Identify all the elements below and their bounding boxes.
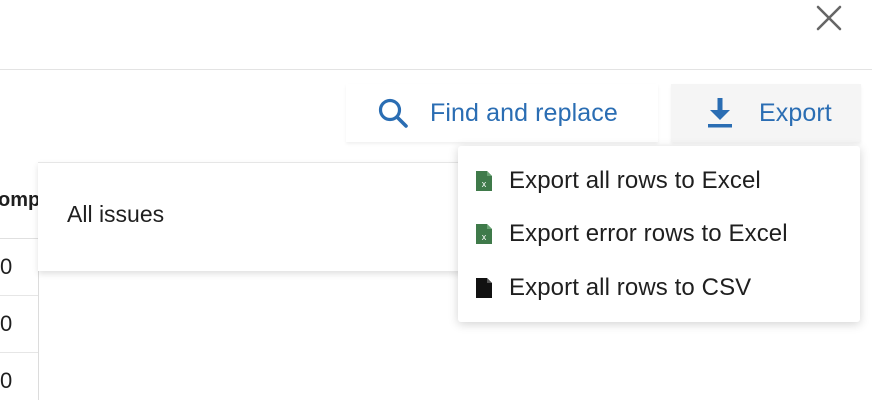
svg-text:x: x — [482, 179, 487, 189]
menu-item-label: Export all rows to Excel — [509, 167, 761, 194]
menu-item-export-all-excel[interactable]: x Export all rows to Excel — [458, 155, 860, 207]
data-table-column: omp 0 0 0 — [0, 163, 39, 400]
file-icon — [473, 277, 495, 299]
menu-item-label: Export error rows to Excel — [509, 220, 788, 247]
close-icon — [816, 5, 842, 31]
issues-panel: All issues — [38, 162, 478, 271]
table-cell[interactable]: 0 — [0, 296, 38, 353]
search-icon — [376, 96, 410, 130]
menu-item-export-all-csv[interactable]: Export all rows to CSV — [458, 262, 860, 314]
table-cell[interactable]: 0 — [0, 353, 38, 400]
export-button[interactable]: Export — [671, 84, 861, 142]
all-issues-label[interactable]: All issues — [67, 201, 164, 228]
find-and-replace-button[interactable]: Find and replace — [346, 84, 658, 142]
svg-text:x: x — [482, 232, 487, 242]
export-menu: x Export all rows to Excel x Export erro… — [458, 146, 860, 322]
export-label: Export — [759, 98, 832, 127]
menu-item-export-error-excel[interactable]: x Export error rows to Excel — [458, 208, 860, 260]
find-and-replace-label: Find and replace — [430, 98, 618, 127]
column-header[interactable]: omp — [0, 163, 38, 239]
close-button[interactable] — [810, 0, 848, 36]
excel-file-icon: x — [473, 170, 495, 192]
table-cell[interactable]: 0 — [0, 239, 38, 296]
menu-item-label: Export all rows to CSV — [509, 274, 752, 301]
excel-file-icon: x — [473, 223, 495, 245]
download-icon — [703, 96, 737, 130]
header-divider — [0, 69, 872, 70]
